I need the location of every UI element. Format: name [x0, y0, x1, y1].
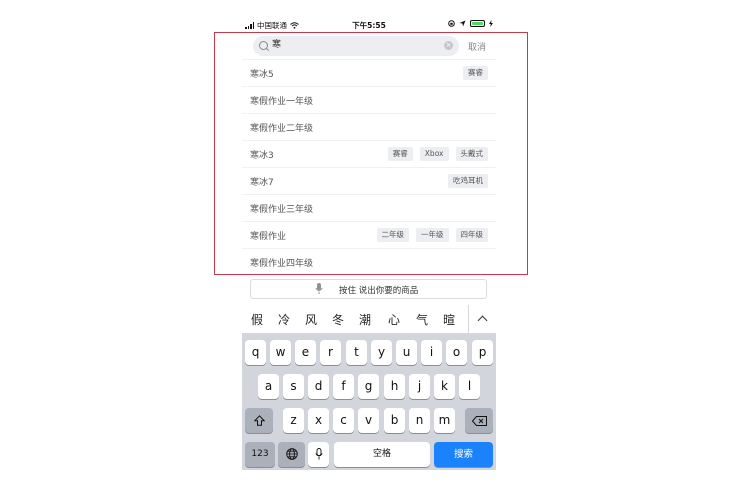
- battery-icon: [470, 20, 485, 27]
- microphone-icon: [315, 283, 323, 294]
- key-n[interactable]: n: [409, 408, 430, 433]
- microphone-icon: [314, 448, 323, 460]
- status-right: [448, 20, 493, 27]
- clear-icon[interactable]: ×: [444, 41, 453, 50]
- suggestion-row[interactable]: 寒假作业四年级: [242, 248, 496, 275]
- suggestion-label: 寒冰7: [250, 178, 274, 188]
- search-query: 寒: [272, 40, 282, 50]
- suggestion-row[interactable]: 寒假作业二年级: [242, 113, 496, 140]
- cancel-button[interactable]: 取消: [468, 40, 486, 53]
- candidate-word[interactable]: 风: [305, 311, 317, 328]
- candidate-word[interactable]: 暄: [443, 311, 455, 328]
- phone-screen: 中国联通 下午5:55 寒 × 取消 寒冰5 赛睿 寒假作业一年级 寒假作业二年…: [242, 18, 496, 470]
- key-r[interactable]: r: [320, 340, 341, 365]
- suggestion-label: 寒假作业: [250, 232, 287, 242]
- suggestion-label: 寒冰3: [250, 151, 274, 161]
- key-c[interactable]: c: [333, 408, 354, 433]
- suggestion-tag[interactable]: 吃鸡耳机: [448, 174, 488, 188]
- shift-icon: [253, 415, 265, 426]
- suggestion-label: 寒假作业二年级: [250, 124, 314, 134]
- key-z[interactable]: z: [283, 408, 304, 433]
- key-w[interactable]: w: [270, 340, 291, 365]
- backspace-icon: [471, 416, 487, 426]
- suggestion-row[interactable]: 寒冰3 赛睿 Xbox 头戴式: [242, 140, 496, 167]
- globe-key[interactable]: [278, 442, 305, 467]
- suggestion-row[interactable]: 寒冰7 吃鸡耳机: [242, 167, 496, 194]
- suggestion-tags: 赛睿: [463, 66, 488, 80]
- search-key[interactable]: 搜索: [434, 442, 493, 467]
- search-icon: [259, 41, 268, 50]
- key-a[interactable]: a: [258, 374, 279, 399]
- key-l[interactable]: l: [459, 374, 480, 399]
- key-k[interactable]: k: [434, 374, 455, 399]
- backspace-key[interactable]: [465, 408, 493, 433]
- suggestion-tag[interactable]: 赛睿: [387, 147, 413, 161]
- candidate-bar: 假 冷 风 冬 潮 心 气 暄: [242, 305, 496, 334]
- suggestion-tag[interactable]: 赛睿: [463, 66, 488, 80]
- suggestion-row[interactable]: 寒假作业一年级: [242, 86, 496, 113]
- suggestion-tags: 吃鸡耳机: [448, 174, 488, 188]
- collapse-candidates-button[interactable]: [468, 305, 496, 333]
- key-t[interactable]: t: [346, 340, 367, 365]
- key-q[interactable]: q: [245, 340, 266, 365]
- suggestion-label: 寒假作业三年级: [250, 205, 314, 215]
- suggestion-label: 寒假作业四年级: [250, 259, 314, 269]
- candidate-word[interactable]: 冷: [278, 311, 290, 328]
- suggestion-tags: 赛睿 Xbox 头戴式: [387, 147, 488, 161]
- status-bar: 中国联通 下午5:55: [242, 18, 496, 31]
- shift-key[interactable]: [245, 408, 273, 433]
- voice-label: 按住 说出你要的商品: [339, 286, 419, 296]
- candidate-word[interactable]: 心: [388, 311, 400, 328]
- key-p[interactable]: p: [472, 340, 493, 365]
- suggestion-label: 寒假作业一年级: [250, 97, 314, 107]
- space-key[interactable]: 空格: [334, 442, 430, 467]
- location-icon: [459, 20, 466, 27]
- key-j[interactable]: j: [409, 374, 430, 399]
- suggestion-tag[interactable]: 头戴式: [455, 147, 488, 161]
- voice-search-button[interactable]: 按住 说出你要的商品: [250, 279, 487, 299]
- numbers-key[interactable]: 123: [245, 442, 275, 467]
- key-s[interactable]: s: [283, 374, 304, 399]
- suggestion-row[interactable]: 寒冰5 赛睿: [242, 59, 496, 86]
- candidate-word[interactable]: 潮: [359, 311, 371, 328]
- dictation-key[interactable]: [308, 442, 329, 467]
- search-bar: 寒 × 取消: [242, 36, 496, 58]
- key-u[interactable]: u: [396, 340, 417, 365]
- key-b[interactable]: b: [384, 408, 405, 433]
- suggestion-tag[interactable]: 四年级: [455, 228, 488, 242]
- key-i[interactable]: i: [421, 340, 442, 365]
- lock-rotation-icon: [448, 20, 455, 27]
- search-input[interactable]: 寒 ×: [253, 36, 459, 56]
- key-y[interactable]: y: [371, 340, 392, 365]
- suggestion-row[interactable]: 寒假作业三年级: [242, 194, 496, 221]
- keyboard: q w e r t y u i o p a s d f g h j k l z …: [242, 334, 496, 470]
- candidate-word[interactable]: 气: [416, 311, 428, 328]
- suggestion-tag[interactable]: 一年级: [416, 228, 449, 242]
- candidate-word[interactable]: 冬: [332, 311, 344, 328]
- suggestion-list: 寒冰5 赛睿 寒假作业一年级 寒假作业二年级 寒冰3 赛睿 Xbox 头戴式 寒…: [242, 59, 496, 275]
- key-d[interactable]: d: [308, 374, 329, 399]
- key-v[interactable]: v: [358, 408, 379, 433]
- key-h[interactable]: h: [384, 374, 405, 399]
- suggestion-tag[interactable]: Xbox: [419, 147, 449, 161]
- globe-icon: [285, 448, 298, 460]
- suggestion-row[interactable]: 寒假作业 二年级 一年级 四年级: [242, 221, 496, 248]
- key-m[interactable]: m: [434, 408, 455, 433]
- charging-icon: [489, 20, 493, 27]
- suggestion-tag[interactable]: 二年级: [376, 228, 409, 242]
- suggestion-tags: 二年级 一年级 四年级: [376, 228, 488, 242]
- candidate-word[interactable]: 假: [251, 311, 263, 328]
- suggestion-label: 寒冰5: [250, 70, 274, 80]
- key-x[interactable]: x: [308, 408, 329, 433]
- key-e[interactable]: e: [295, 340, 316, 365]
- key-g[interactable]: g: [358, 374, 379, 399]
- key-o[interactable]: o: [446, 340, 467, 365]
- key-f[interactable]: f: [333, 374, 354, 399]
